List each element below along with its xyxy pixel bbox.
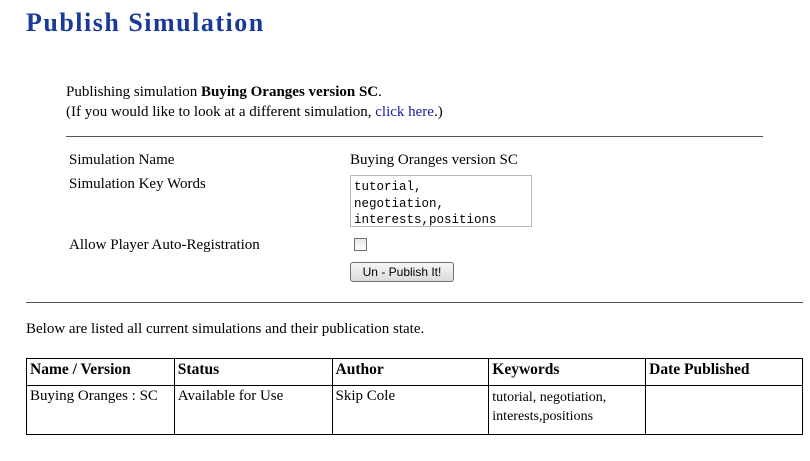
cell-name-version: Buying Oranges : SC [26,385,175,435]
page-title: Publish Simulation [26,8,265,37]
click-here-link[interactable]: click here [375,104,434,120]
intro-sim-name: Buying Oranges version SC [201,84,379,100]
simulation-name-label: Simulation Name [69,152,175,168]
intro-line2-suffix: .) [433,104,443,120]
auto-registration-checkbox[interactable] [354,238,367,251]
col-header-status: Status [173,358,333,386]
unpublish-button[interactable]: Un - Publish It! [350,262,454,282]
table-header-row: Name / Version Status Author Keywords Da… [26,358,803,386]
divider-top [66,136,763,137]
simulation-keywords-label: Simulation Key Words [69,176,206,192]
intro-text: Publishing simulation Buying Oranges ver… [66,82,443,122]
intro-line2-prefix: (If you would like to look at a differen… [66,104,376,120]
simulation-name-value: Buying Oranges version SC [350,152,518,168]
simulation-keywords-textarea[interactable]: tutorial, negotiation, interests,positio… [350,175,532,227]
divider-bottom [26,302,803,303]
intro-line-1: Publishing simulation Buying Oranges ver… [66,82,443,102]
cell-status: Available for Use [173,385,333,435]
cell-author: Skip Cole [331,385,490,435]
col-header-name-version: Name / Version [26,358,175,386]
col-header-author: Author [331,358,490,386]
table-row: Buying Oranges : SC Available for Use Sk… [26,385,803,435]
intro-line-2: (If you would like to look at a differen… [66,102,443,122]
col-header-keywords: Keywords [488,358,647,386]
simulations-table: Name / Version Status Author Keywords Da… [26,358,803,435]
simulations-caption: Below are listed all current simulations… [26,321,425,337]
cell-keywords: tutorial, negotiation, interests,positio… [488,385,647,435]
auto-registration-label: Allow Player Auto-Registration [69,237,260,253]
intro-prefix: Publishing simulation [66,84,202,100]
col-header-date-published: Date Published [645,358,803,386]
intro-suffix: . [378,84,382,100]
cell-date-published [645,385,803,435]
